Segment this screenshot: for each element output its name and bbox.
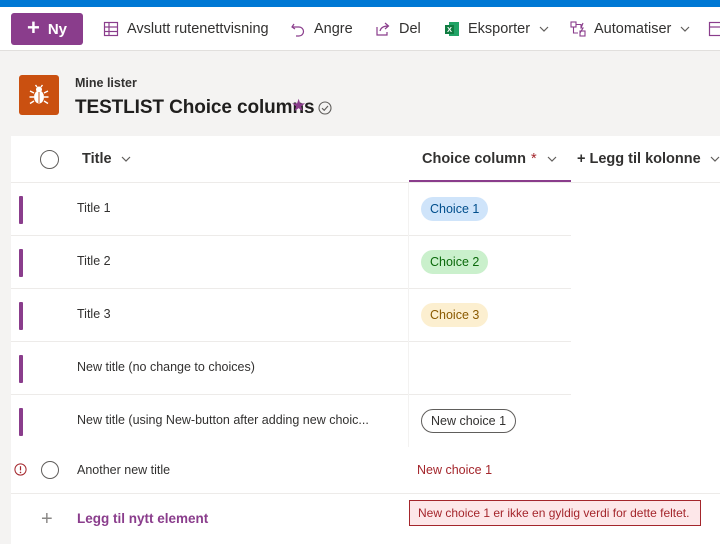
new-button[interactable]: + Ny — [11, 13, 83, 45]
row-indicator — [19, 196, 23, 224]
undo-icon — [291, 23, 305, 37]
suite-bar — [0, 0, 720, 7]
title-cell[interactable]: Another new title — [77, 463, 170, 477]
choice-pill[interactable]: Choice 1 — [421, 197, 489, 221]
new-button-label: Ny — [47, 20, 68, 38]
automate-label: Automatiser — [594, 21, 672, 37]
table-row[interactable]: New title (no change to choices) — [11, 342, 571, 395]
share-label: Del — [399, 21, 421, 37]
column-header-title[interactable]: Title — [82, 136, 132, 182]
list-grid: Title Choice column * + Legg til kolonne… — [11, 136, 720, 544]
more-icon — [708, 21, 720, 37]
chevron-down-icon — [710, 156, 720, 162]
row-indicator — [19, 249, 23, 277]
export-button[interactable]: X Eksporter — [444, 17, 550, 41]
automate-button[interactable]: Automatiser — [570, 17, 691, 41]
row-select-checkbox[interactable] — [41, 461, 59, 479]
column-header-choice-label: Choice column — [422, 151, 526, 167]
excel-icon: X — [445, 22, 459, 36]
title-cell[interactable]: Title 3 — [77, 307, 111, 321]
share-icon — [376, 22, 390, 36]
exit-grid-view-button[interactable]: Avslutt rutenettvisning — [103, 17, 269, 41]
title-cell[interactable]: Title 2 — [77, 254, 111, 268]
table-row[interactable]: Title 3 Choice 3 — [11, 289, 571, 342]
cell-divider — [408, 183, 409, 236]
site-logo[interactable] — [19, 75, 59, 115]
share-button[interactable]: Del — [375, 17, 421, 41]
error-row[interactable]: Another new title New choice 1 — [11, 447, 720, 493]
plus-icon: + — [26, 15, 40, 40]
cell-divider — [408, 342, 409, 395]
chevron-down-icon — [680, 26, 690, 32]
undo-label: Angre — [314, 21, 353, 37]
bug-icon — [29, 84, 49, 105]
add-item-label[interactable]: Legg til nytt element — [77, 511, 208, 526]
table-row[interactable]: New title (using New-button after adding… — [11, 395, 571, 448]
cell-divider — [408, 289, 409, 342]
row-indicator — [19, 408, 23, 436]
exit-grid-view-label: Avslutt rutenettvisning — [127, 21, 269, 37]
command-bar: + Ny Avslutt rutenettvisning Angre Del X… — [0, 7, 720, 51]
error-icon — [14, 463, 27, 481]
breadcrumb[interactable]: Mine lister — [75, 76, 137, 90]
choice-pill[interactable]: New choice 1 — [421, 409, 517, 433]
error-tooltip: New choice 1 er ikke en gyldig verdi for… — [409, 500, 701, 526]
choice-pill[interactable]: Choice 3 — [421, 303, 489, 327]
cell-divider — [408, 236, 409, 289]
table-row[interactable]: Title 1 Choice 1 — [11, 183, 571, 236]
row-indicator — [19, 355, 23, 383]
chevron-down-icon — [547, 156, 557, 162]
title-cell[interactable]: Title 1 — [77, 201, 111, 215]
undo-button[interactable]: Angre — [290, 17, 353, 41]
automate-icon — [570, 21, 586, 37]
row-indicator — [19, 302, 23, 330]
select-all-icon[interactable] — [40, 150, 59, 169]
list-header: Mine lister TESTLIST Choice columns ★ — [0, 52, 720, 136]
chevron-down-icon — [539, 26, 549, 32]
export-label: Eksporter — [468, 21, 531, 37]
title-cell[interactable]: New title (using New-button after adding… — [77, 413, 369, 427]
page-title: TESTLIST Choice columns — [75, 97, 315, 118]
column-header-choice[interactable]: Choice column * — [422, 136, 558, 182]
add-column-label: + Legg til kolonne — [577, 151, 701, 167]
column-header-title-label: Title — [82, 151, 112, 167]
table-row[interactable]: Title 2 Choice 2 — [11, 236, 571, 289]
add-column-button[interactable]: + Legg til kolonne — [577, 136, 720, 182]
svg-text:X: X — [447, 25, 452, 34]
verified-icon — [318, 101, 332, 120]
choice-pill[interactable]: Choice 2 — [421, 250, 489, 274]
invalid-choice-value[interactable]: New choice 1 — [417, 463, 492, 477]
plus-icon: + — [41, 508, 53, 530]
title-cell[interactable]: New title (no change to choices) — [77, 360, 255, 374]
required-marker: * — [530, 151, 537, 167]
grid-icon — [103, 21, 119, 37]
chevron-down-icon — [121, 156, 130, 162]
star-icon[interactable]: ★ — [291, 96, 306, 116]
overflow-button[interactable] — [708, 17, 720, 41]
cell-divider — [408, 395, 409, 448]
